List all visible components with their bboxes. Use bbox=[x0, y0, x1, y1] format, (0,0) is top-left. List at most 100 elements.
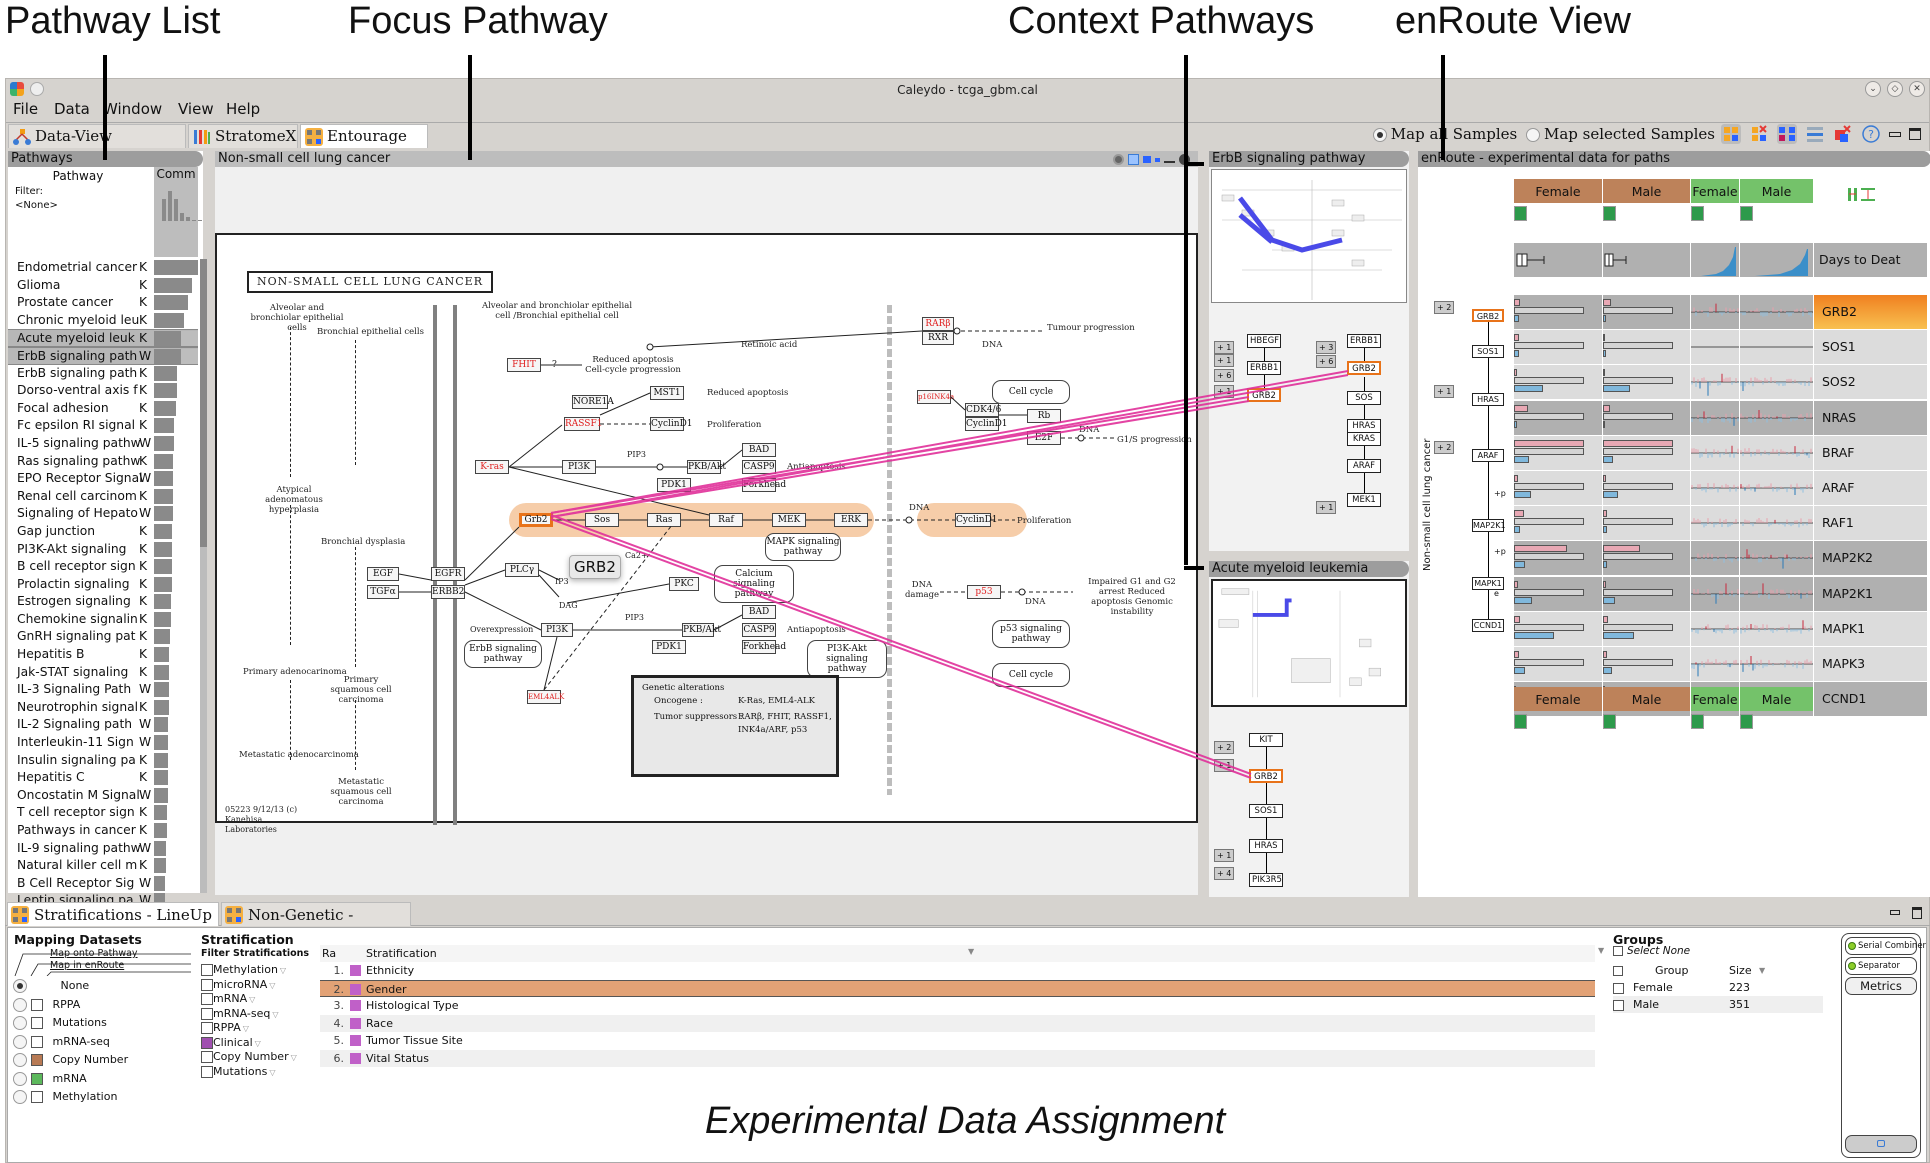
path-node[interactable]: MAP2K1 bbox=[1472, 519, 1506, 532]
filter-dropdown-icon[interactable]: ▽ bbox=[255, 1039, 261, 1048]
pathway-list-item[interactable]: Glioma K bbox=[8, 277, 198, 295]
pathway-list-item[interactable]: Hepatitis B K bbox=[8, 646, 198, 664]
filter-checkbox[interactable] bbox=[201, 1036, 213, 1049]
ctx-node-araf[interactable]: ARAF bbox=[1347, 459, 1381, 473]
select-none-option[interactable]: Select None bbox=[1613, 945, 1690, 957]
gene-row[interactable]: MAPK1 bbox=[1514, 611, 1927, 646]
maximize-window-button[interactable]: ◇ bbox=[1887, 81, 1903, 97]
gene-name[interactable]: ARAF bbox=[1814, 471, 1927, 505]
pathway-filter[interactable]: Filter: <None> bbox=[15, 185, 58, 213]
gene-row[interactable]: NRAS bbox=[1514, 400, 1927, 435]
pathway-list-item[interactable]: T cell receptor sign K bbox=[8, 804, 198, 822]
gene-name[interactable]: SOS1 bbox=[1814, 330, 1927, 365]
pathway-list-item[interactable]: Ras signaling pathw K bbox=[8, 453, 198, 471]
node-nore1a[interactable]: NORE1A bbox=[572, 395, 614, 409]
group-header[interactable]: Male bbox=[1740, 179, 1813, 203]
map-in-enroute-checkbox[interactable] bbox=[30, 1017, 43, 1029]
group-toggle-icon[interactable] bbox=[1740, 714, 1753, 729]
pathway-list-item[interactable]: ErbB signaling path W bbox=[8, 346, 198, 365]
pathway-list-item[interactable]: Chronic myeloid leu K bbox=[8, 312, 198, 330]
serial-combiner-button[interactable]: Serial Combiner bbox=[1845, 937, 1926, 955]
gene-name[interactable]: NRAS bbox=[1814, 400, 1927, 435]
pathway-list-item[interactable]: Fc epsilon RI signal K bbox=[8, 417, 198, 435]
pathway-list-item[interactable]: B cell receptor sign K bbox=[8, 558, 198, 576]
node-bad[interactable]: BAD bbox=[742, 443, 776, 457]
gene-row[interactable]: MAP2K1 bbox=[1514, 576, 1927, 611]
pathway-list-item[interactable]: GnRH signaling pat K bbox=[8, 628, 198, 646]
path-node[interactable]: HRAS bbox=[1472, 393, 1504, 406]
node-pkb-akt-2[interactable]: PKB/Akt bbox=[682, 623, 721, 637]
gene-name[interactable]: MAP2K2 bbox=[1814, 541, 1927, 576]
group-header[interactable]: Female bbox=[1514, 179, 1602, 203]
pathway-thumbnail[interactable] bbox=[1211, 169, 1407, 303]
expand-neighbors-button[interactable]: + 1 bbox=[1316, 501, 1336, 514]
menu-file[interactable]: File bbox=[13, 100, 38, 118]
node-egfr[interactable]: EGFR bbox=[431, 567, 465, 581]
kegg-pathway-map[interactable]: NON-SMALL CELL LUNG CANCER Alveolar and … bbox=[215, 233, 1198, 834]
tab-non-genetic-lineup[interactable]: Non-Genetic - LineUp bbox=[221, 902, 411, 948]
node-pi3k-2[interactable]: PI3K bbox=[541, 623, 573, 637]
settings-icon[interactable] bbox=[1113, 154, 1124, 165]
filter-dropdown-icon[interactable]: ▽ bbox=[269, 981, 275, 990]
histogram-male[interactable] bbox=[1740, 243, 1813, 277]
group-checkbox[interactable] bbox=[1613, 999, 1624, 1011]
node-cyclind1-2[interactable]: CyclinD1 bbox=[955, 513, 998, 527]
node-pi3k[interactable]: PI3K bbox=[562, 460, 596, 474]
expand-neighbors-button[interactable]: + 1 bbox=[1214, 759, 1234, 772]
link-p53-pathway[interactable]: p53 signaling pathway bbox=[992, 620, 1070, 648]
expand-neighbors-button[interactable]: + 2 bbox=[1434, 301, 1454, 314]
tab-stratomex[interactable]: StratomeX bbox=[188, 124, 298, 148]
ctx-node-mek1[interactable]: MEK1 bbox=[1347, 493, 1381, 507]
metrics-button[interactable]: Metrics bbox=[1845, 977, 1917, 995]
pathway-list-item[interactable]: Prolactin signaling K bbox=[8, 576, 198, 594]
help-icon[interactable]: ? bbox=[1861, 124, 1881, 144]
group-toggle-icon[interactable] bbox=[1691, 206, 1704, 221]
node-plcg[interactable]: PLCγ bbox=[505, 563, 539, 577]
zoom-large-icon[interactable] bbox=[1128, 154, 1139, 165]
select-all-checkbox[interactable] bbox=[1613, 966, 1623, 976]
node-raf[interactable]: Raf bbox=[709, 513, 743, 527]
gene-row[interactable]: SOS1 bbox=[1514, 330, 1927, 365]
pathway-list-item[interactable]: IL-5 signaling pathw W bbox=[8, 435, 198, 453]
node-casp9-2[interactable]: CASP9 bbox=[742, 623, 776, 637]
zoom-small-icon[interactable] bbox=[1155, 157, 1160, 162]
filter-dropdown-icon[interactable]: ▽ bbox=[272, 1010, 278, 1019]
pathway-list-item[interactable]: IL-3 Signaling Path W bbox=[8, 681, 198, 699]
stratification-row[interactable]: 1. Ethnicity bbox=[320, 962, 1595, 979]
expand-neighbors-button[interactable]: + 1 bbox=[1214, 341, 1234, 354]
path-node[interactable]: GRB2 bbox=[1472, 309, 1504, 322]
node-cyclind1-3[interactable]: CyclinD1 bbox=[965, 417, 1008, 431]
group-toggle-icon[interactable] bbox=[1603, 206, 1616, 221]
group-toggle-icon[interactable] bbox=[1514, 714, 1527, 729]
ctx-node-grb2[interactable]: GRB2 bbox=[1247, 388, 1281, 402]
map-onto-pathway-radio[interactable] bbox=[13, 979, 27, 993]
minimize-icon[interactable] bbox=[1164, 157, 1175, 163]
boxplot-female[interactable] bbox=[1514, 243, 1602, 277]
maximize-view-button[interactable] bbox=[1912, 907, 1922, 919]
ctx-node-grb2-2[interactable]: GRB2 bbox=[1347, 361, 1381, 375]
expand-neighbors-button[interactable]: + 2 bbox=[1434, 441, 1454, 454]
filter-dropdown-icon[interactable]: ▽ bbox=[269, 1068, 275, 1077]
node-p16[interactable]: p16INK4a bbox=[917, 390, 954, 404]
pathway-list-item[interactable]: Estrogen signaling K bbox=[8, 593, 198, 611]
node-pkb-akt[interactable]: PKB/Akt bbox=[687, 460, 726, 474]
stratification-row[interactable]: 5. Tumor Tissue Site bbox=[320, 1032, 1595, 1049]
pathway-list-item[interactable]: ErbB signaling path K bbox=[8, 365, 198, 383]
node-pdk1-2[interactable]: PDK1 bbox=[652, 640, 686, 654]
pathway-list-item[interactable]: Endometrial cancer K bbox=[8, 259, 198, 277]
gene-name[interactable]: MAPK3 bbox=[1814, 647, 1927, 681]
link-mapk-pathway[interactable]: MAPK signaling pathway bbox=[765, 533, 841, 561]
gene-name[interactable]: MAPK1 bbox=[1814, 611, 1927, 646]
map-all-samples-radio[interactable] bbox=[1372, 128, 1387, 142]
filter-dropdown-icon[interactable]: ▽ bbox=[249, 995, 255, 1004]
stratification-row[interactable]: 4. Race bbox=[320, 1014, 1595, 1032]
layout-grid-icon[interactable] bbox=[1721, 124, 1741, 144]
map-onto-pathway-radio[interactable] bbox=[13, 1053, 27, 1067]
common-column-header[interactable]: Comm bbox=[154, 167, 202, 257]
gene-name[interactable]: MAP2K1 bbox=[1814, 576, 1927, 611]
pathway-list-item[interactable]: Gap junction K bbox=[8, 523, 198, 541]
gene-row[interactable]: SOS2 bbox=[1514, 365, 1927, 400]
pathway-list-item[interactable]: IL-9 signaling pathw W bbox=[8, 840, 198, 858]
clear-selection-icon[interactable] bbox=[1833, 124, 1853, 144]
expand-neighbors-button[interactable]: + 4 bbox=[1214, 867, 1234, 880]
